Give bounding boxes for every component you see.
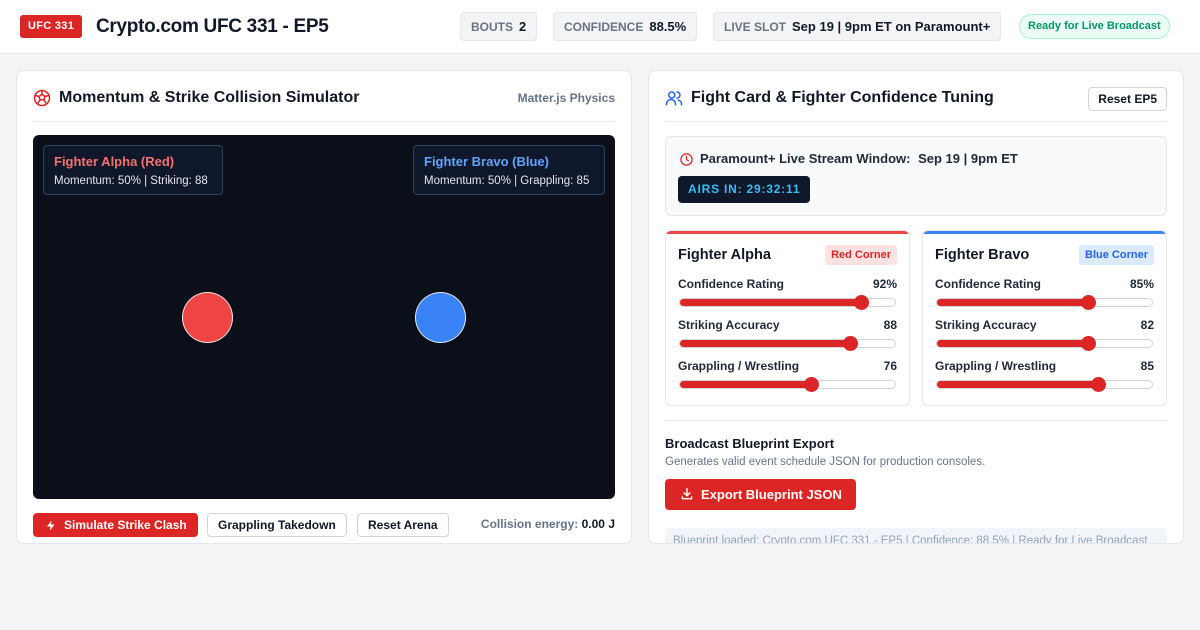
slider-thumb[interactable]	[853, 295, 869, 310]
airs-countdown: AIRS IN: 29:32:11	[678, 176, 811, 203]
slider-label: Confidence Rating	[935, 277, 1042, 291]
alpha-grappling-slider: Grappling / Wrestling 76	[678, 359, 897, 395]
slider-value: 82	[1140, 318, 1154, 332]
simulator-title: Momentum & Strike Collision Simulator	[59, 89, 360, 106]
simulate-strike-button[interactable]: Simulate Strike Clash	[33, 513, 198, 537]
slider-label: Striking Accuracy	[678, 318, 780, 332]
fighter-bravo-card: Fighter Bravo Blue Corner Confidence Rat…	[922, 230, 1167, 406]
simulate-strike-label: Simulate Strike Clash	[64, 518, 187, 532]
collision-energy-value: 0.00 J	[581, 517, 615, 531]
soccer-ball-icon	[33, 89, 51, 107]
stream-window-value: Sep 19 | 9pm ET	[918, 151, 1018, 166]
stream-window-box: Paramount+ Live Stream Window: Sep 19 | …	[665, 136, 1167, 216]
simulator-panel: Momentum & Strike Collision Simulator Ma…	[16, 70, 632, 544]
event-badge: UFC 331	[20, 15, 83, 38]
status-badge: Ready for Live Broadcast	[1019, 14, 1170, 39]
lightning-icon	[47, 520, 55, 531]
fighter-alpha-card: Fighter Alpha Red Corner Confidence Rati…	[665, 230, 910, 406]
export-title: Broadcast Blueprint Export	[665, 436, 835, 451]
stat-bouts: BOUTS 2	[460, 12, 538, 41]
fighter-bravo-name: Fighter Bravo (Blue)	[424, 154, 549, 169]
slider-thumb[interactable]	[842, 336, 858, 351]
clock-icon	[680, 153, 693, 166]
divider	[665, 420, 1167, 421]
fighter-alpha-hud: Fighter Alpha (Red) Momentum: 50% | Stri…	[43, 145, 223, 195]
fighter-alpha-stats: Momentum: 50% | Striking: 88	[54, 175, 208, 187]
slider-track[interactable]	[936, 377, 1153, 392]
slider-fill	[937, 299, 1088, 306]
slider-thumb[interactable]	[804, 377, 820, 392]
slider-value: 76	[883, 359, 897, 373]
slider-fill	[680, 299, 861, 306]
fighter-bravo-stats: Momentum: 50% | Grappling: 85	[424, 175, 590, 187]
slider-fill	[937, 381, 1099, 388]
slider-fill	[680, 381, 812, 388]
bravo-grappling-slider: Grappling / Wrestling 85	[935, 359, 1154, 395]
fighter-bravo-hud: Fighter Bravo (Blue) Momentum: 50% | Gra…	[413, 145, 605, 195]
slider-fill	[680, 340, 850, 347]
export-blueprint-button[interactable]: Export Blueprint JSON	[665, 479, 856, 510]
tuning-panel: Fight Card & Fighter Confidence Tuning R…	[648, 70, 1184, 544]
slider-value: 85%	[1129, 277, 1154, 291]
red-corner-badge: Red Corner	[825, 245, 897, 265]
top-header: UFC 331 Crypto.com UFC 331 - EP5 BOUTS 2…	[0, 0, 1200, 54]
card-accent-bar	[666, 231, 909, 234]
slider-track[interactable]	[679, 336, 896, 351]
stat-value: 2	[519, 19, 527, 34]
stream-window-label: Paramount+ Live Stream Window: Sep 19 | …	[700, 151, 1018, 166]
slider-label: Grappling / Wrestling	[935, 359, 1057, 373]
slider-fill	[937, 340, 1088, 347]
stat-key: BOUTS	[471, 19, 513, 34]
slider-track[interactable]	[679, 377, 896, 392]
simulator-header: Momentum & Strike Collision Simulator Ma…	[33, 71, 615, 122]
reset-arena-button[interactable]: Reset Arena	[357, 513, 449, 537]
stat-live-slot: LIVE SLOT Sep 19 | 9pm ET on Paramount+	[713, 12, 1002, 41]
page-title: Crypto.com UFC 331 - EP5	[96, 16, 329, 37]
tuning-title: Fight Card & Fighter Confidence Tuning	[691, 89, 994, 106]
slider-value: 88	[883, 318, 897, 332]
slider-value: 92%	[872, 277, 897, 291]
slider-thumb[interactable]	[1080, 295, 1096, 310]
stat-key: CONFIDENCE	[564, 19, 644, 34]
alpha-confidence-slider: Confidence Rating 92%	[678, 277, 897, 313]
fighter-bravo-title: Fighter Bravo	[935, 247, 1030, 263]
stat-confidence: CONFIDENCE 88.5%	[553, 12, 698, 41]
bravo-striking-slider: Striking Accuracy 82	[935, 318, 1154, 354]
slider-track[interactable]	[936, 336, 1153, 351]
slider-label: Confidence Rating	[678, 277, 785, 291]
fighter-alpha-name: Fighter Alpha (Red)	[54, 154, 175, 169]
collision-arena[interactable]: Fighter Alpha (Red) Momentum: 50% | Stri…	[33, 135, 615, 499]
slider-thumb[interactable]	[1080, 336, 1096, 351]
stat-value: 88.5%	[649, 19, 687, 34]
physics-engine-label: Matter.js Physics	[517, 91, 615, 105]
simulator-controls: Simulate Strike Clash Grappling Takedown…	[33, 513, 615, 537]
fighter-alpha-title: Fighter Alpha	[678, 247, 771, 263]
slider-label: Grappling / Wrestling	[678, 359, 800, 373]
blue-corner-badge: Blue Corner	[1079, 245, 1154, 265]
stat-key: LIVE SLOT	[724, 19, 787, 34]
export-button-label: Export Blueprint JSON	[701, 487, 842, 502]
alpha-striking-slider: Striking Accuracy 88	[678, 318, 897, 354]
slider-track[interactable]	[679, 295, 896, 310]
collision-energy: Collision energy: 0.00 J	[481, 517, 615, 531]
stream-window-key: Paramount+ Live Stream Window:	[700, 151, 911, 166]
collision-energy-label: Collision energy:	[480, 517, 579, 531]
bravo-confidence-slider: Confidence Rating 85%	[935, 277, 1154, 313]
users-icon	[665, 91, 683, 106]
fighter-alpha-body[interactable]	[182, 292, 233, 343]
slider-value: 85	[1140, 359, 1154, 373]
download-icon	[681, 488, 693, 500]
slider-label: Striking Accuracy	[935, 318, 1037, 332]
fighter-bravo-body[interactable]	[415, 292, 466, 343]
export-subtitle: Generates valid event schedule JSON for …	[665, 456, 986, 468]
blueprint-log: Blueprint loaded: Crypto.com UFC 331 - E…	[665, 528, 1167, 543]
grappling-takedown-button[interactable]: Grappling Takedown	[207, 513, 347, 537]
reset-ep5-button[interactable]: Reset EP5	[1088, 87, 1167, 111]
card-accent-bar	[923, 231, 1166, 234]
slider-track[interactable]	[936, 295, 1153, 310]
stat-value: Sep 19 | 9pm ET on Paramount+	[792, 19, 991, 34]
slider-thumb[interactable]	[1091, 377, 1107, 392]
